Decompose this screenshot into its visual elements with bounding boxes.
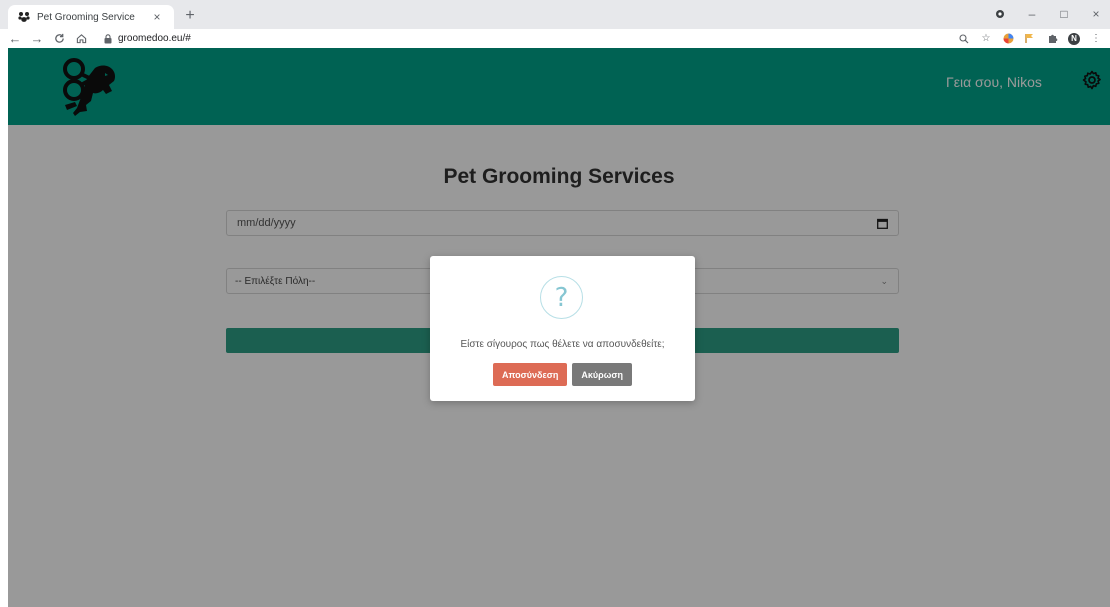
close-window-button[interactable]: × — [1090, 4, 1102, 24]
back-arrow-icon[interactable]: ← — [8, 31, 22, 46]
extension-flag-icon[interactable] — [1024, 33, 1036, 45]
dialog-message: Είστε σίγουρος πως θέλετε να αποσυνδεθεί… — [460, 339, 665, 350]
modal-backdrop[interactable]: ? Είστε σίγουρος πως θέλετε να αποσυνδεθ… — [8, 48, 1110, 607]
extension-icons: ☆ N ⋮ — [958, 32, 1102, 45]
url-text: groomedoo.eu/# — [118, 33, 191, 44]
zoom-icon[interactable] — [958, 33, 970, 45]
favicon-icon — [18, 11, 30, 23]
reload-icon[interactable] — [52, 32, 66, 46]
tab-title: Pet Grooming Service — [37, 11, 135, 23]
question-icon: ? — [540, 276, 583, 319]
cancel-button[interactable]: Ακύρωση — [572, 363, 632, 386]
dialog-buttons: Αποσύνδεση Ακύρωση — [430, 363, 695, 386]
record-icon[interactable] — [994, 4, 1006, 24]
menu-dots-icon[interactable]: ⋮ — [1090, 33, 1102, 45]
address-bar[interactable]: groomedoo.eu/# — [96, 30, 950, 47]
minimize-button[interactable]: – — [1026, 4, 1038, 24]
star-icon[interactable]: ☆ — [980, 33, 992, 45]
forward-arrow-icon[interactable]: → — [30, 31, 44, 46]
browser-window: Pet Grooming Service × + – □ × ← → groom… — [0, 0, 1110, 607]
extensions-puzzle-icon[interactable] — [1046, 33, 1058, 45]
home-icon[interactable] — [74, 32, 88, 46]
tab-strip: Pet Grooming Service × + – □ × — [0, 0, 1110, 29]
logout-confirm-dialog: ? Είστε σίγουρος πως θέλετε να αποσυνδεθ… — [430, 256, 695, 401]
browser-toolbar: ← → groomedoo.eu/# ☆ N ⋮ — [0, 29, 1110, 48]
window-controls: – □ × — [994, 4, 1102, 24]
extension-color-icon[interactable] — [1002, 33, 1014, 45]
logout-button[interactable]: Αποσύνδεση — [492, 363, 568, 386]
tab-close-icon[interactable]: × — [150, 10, 164, 24]
web-page: Γεια σου, Nikos Pet Grooming Services mm… — [8, 48, 1110, 607]
profile-avatar[interactable]: N — [1068, 32, 1080, 45]
maximize-button[interactable]: □ — [1058, 4, 1070, 24]
lock-icon — [104, 33, 112, 44]
new-tab-button[interactable]: + — [181, 7, 199, 25]
browser-tab[interactable]: Pet Grooming Service × — [8, 5, 174, 29]
